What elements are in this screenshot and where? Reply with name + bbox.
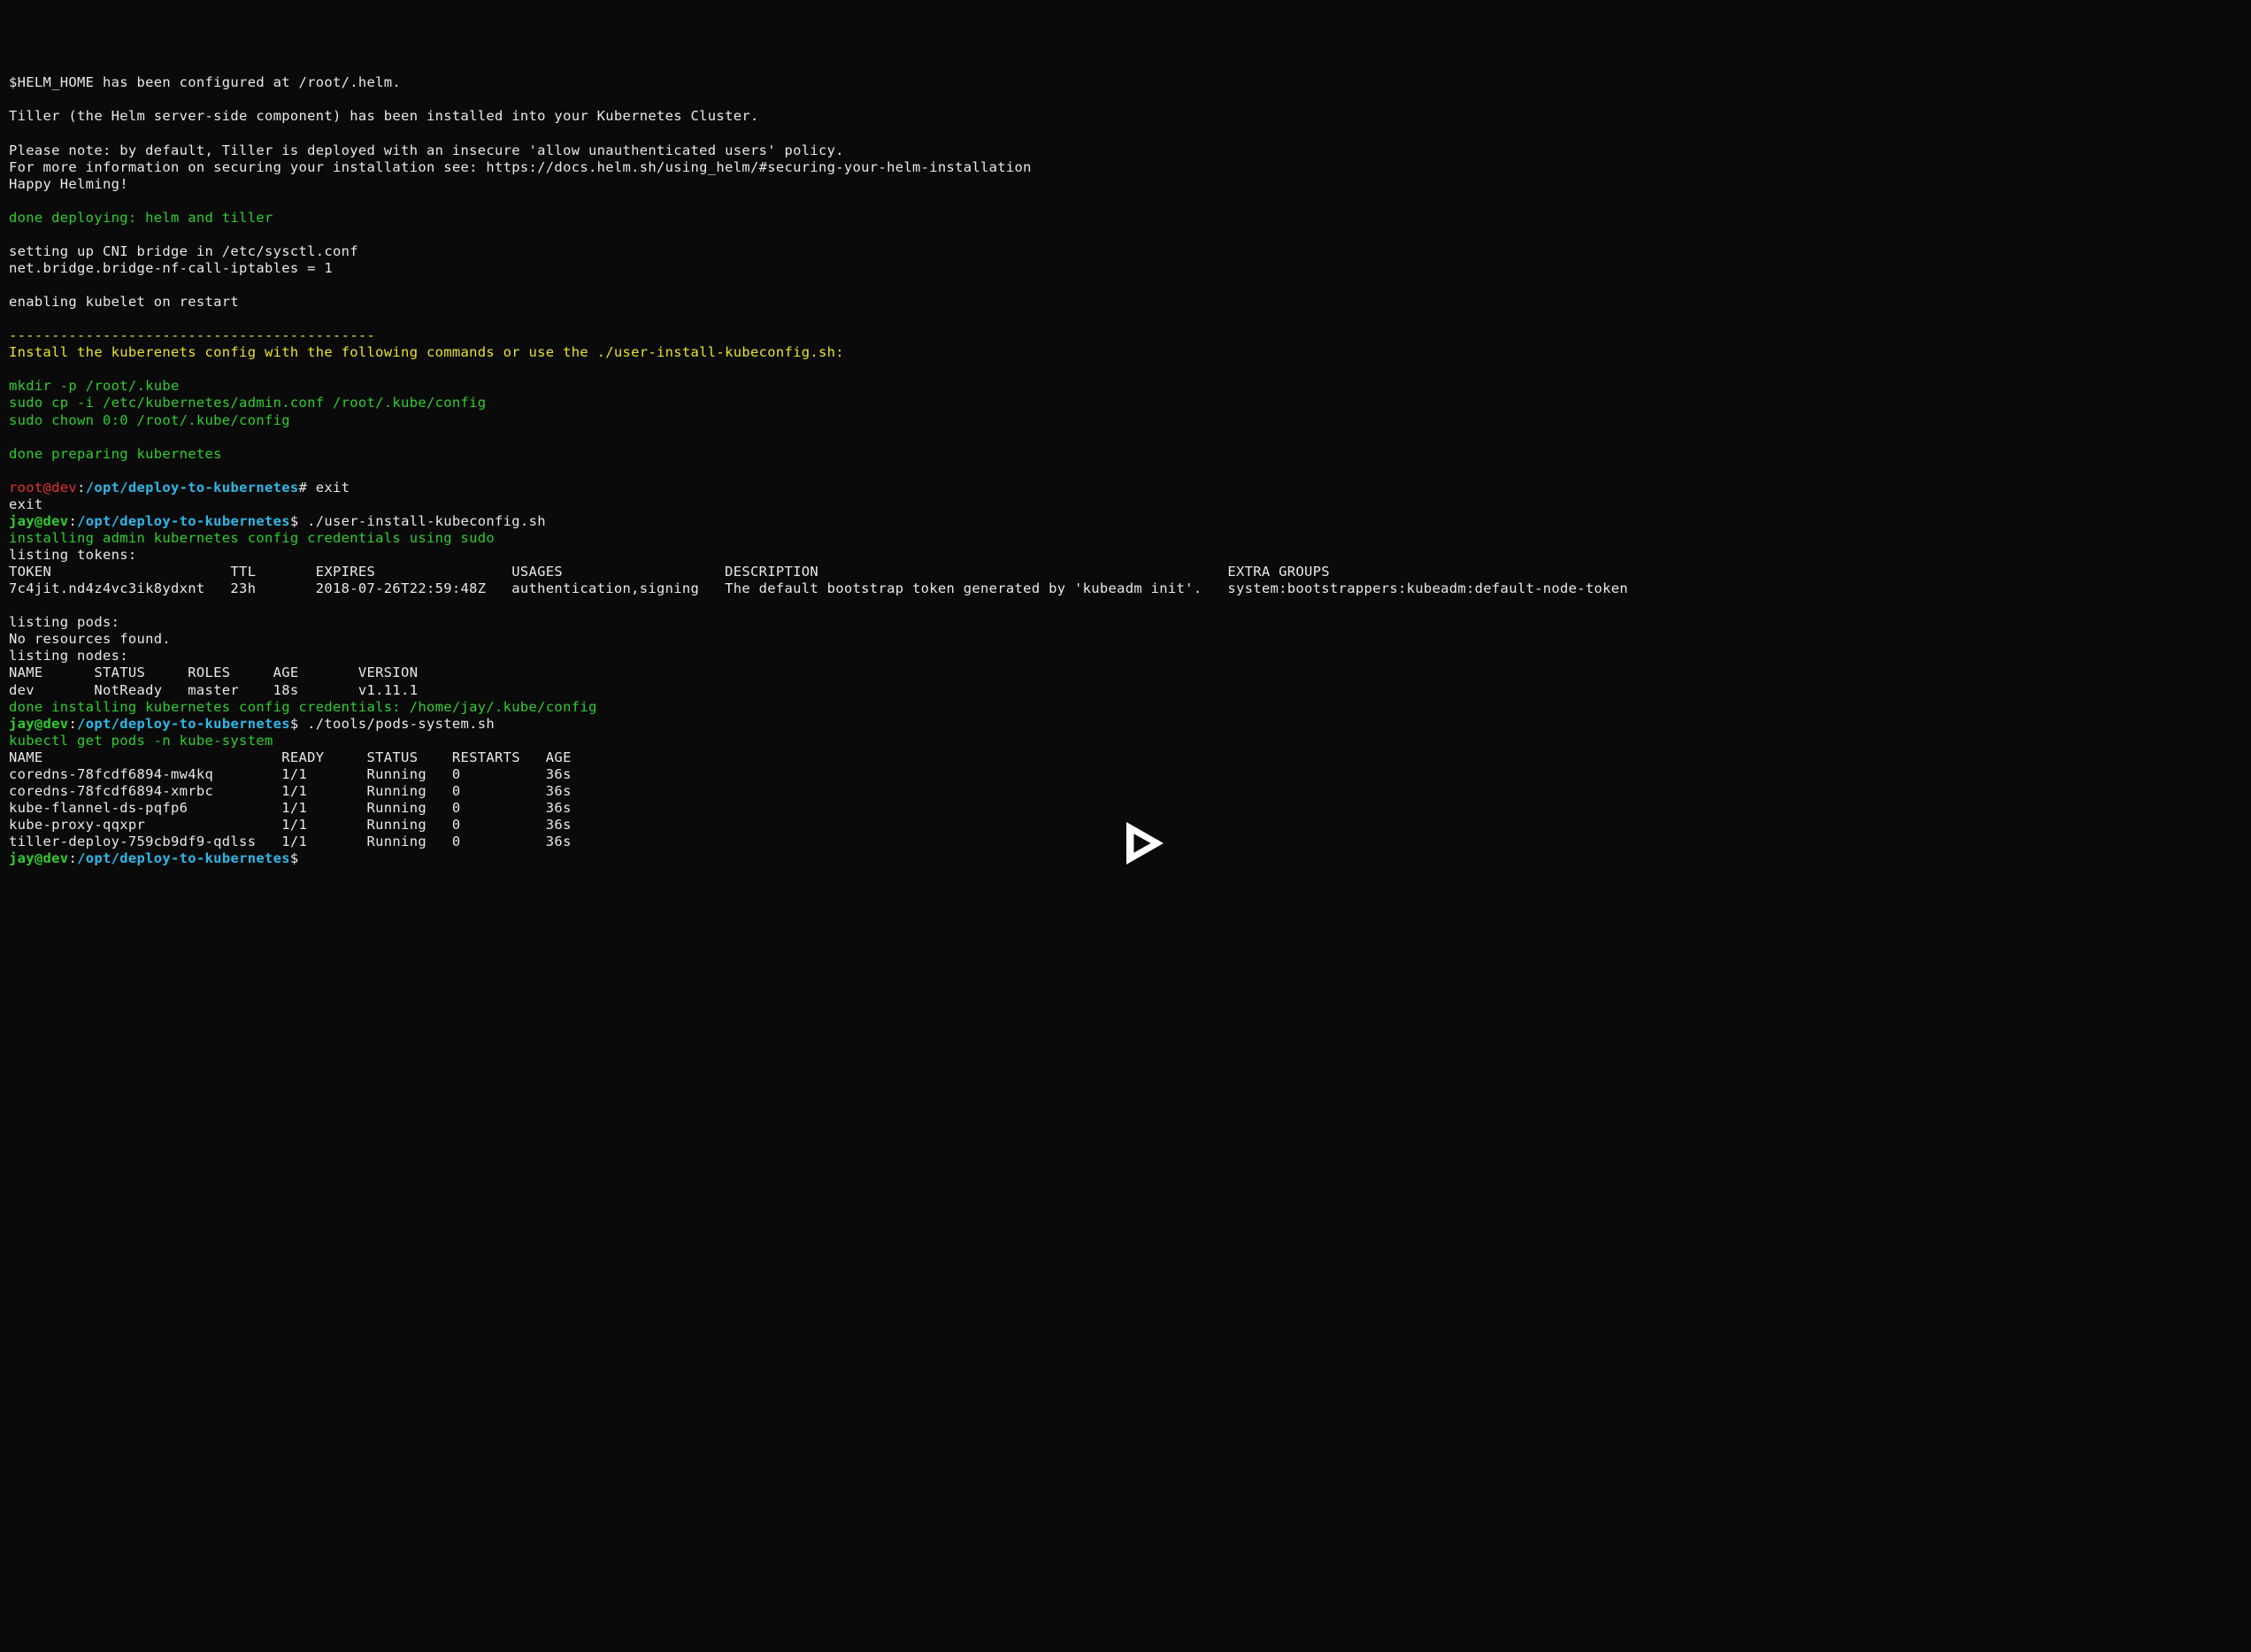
terminal-segment: $HELM_HOME has been configured at /root/… [9,74,401,90]
terminal-segment: root@dev [9,480,77,496]
terminal-segment: Happy Helming! [9,176,128,192]
terminal-segment: jay@dev [9,513,68,529]
terminal-line: jay@dev:/opt/deploy-to-kubernetes$ ./use… [9,513,2242,530]
terminal-segment: listing tokens: [9,547,136,563]
terminal-segment: jay@dev [9,716,68,732]
terminal-segment: /opt/deploy-to-kubernetes [86,480,299,496]
terminal-line [9,463,2242,480]
terminal-segment: kube-flannel-ds-pqfp6 1/1 Running 0 36s [9,800,572,816]
play-icon [1116,817,1169,870]
terminal-line: net.bridge.bridge-nf-call-iptables = 1 [9,260,2242,277]
play-button[interactable] [1099,800,1152,853]
terminal-line: Happy Helming! [9,176,2242,193]
terminal-segment: coredns-78fcdf6894-mw4kq 1/1 Running 0 3… [9,766,572,782]
terminal-line: dev NotReady master 18s v1.11.1 [9,682,2242,699]
terminal-segment: 7c4jit.nd4z4vc3ik8ydxnt 23h 2018-07-26T2… [9,580,1628,596]
terminal-segment: net.bridge.bridge-nf-call-iptables = 1 [9,260,333,276]
terminal-line [9,311,2242,327]
terminal-line: done deploying: helm and tiller [9,210,2242,227]
terminal-line: root@dev:/opt/deploy-to-kubernetes# exit [9,480,2242,496]
terminal-segment: NAME STATUS ROLES AGE VERSION [9,665,418,680]
terminal-line: sudo cp -i /etc/kubernetes/admin.conf /r… [9,395,2242,411]
terminal-line: listing pods: [9,614,2242,631]
terminal-segment: : [68,513,77,529]
terminal-line: Install the kuberenets config with the f… [9,344,2242,361]
terminal-line [9,125,2242,142]
terminal-segment: : [68,850,77,866]
terminal-segment: # exit [299,480,350,496]
terminal-line: No resources found. [9,631,2242,648]
terminal-segment: /opt/deploy-to-kubernetes [77,716,290,732]
terminal-line: TOKEN TTL EXPIRES USAGES DESCRIPTION EXT… [9,564,2242,580]
terminal-segment: listing nodes: [9,648,128,664]
terminal-line: For more information on securing your in… [9,159,2242,176]
terminal-line: coredns-78fcdf6894-mw4kq 1/1 Running 0 3… [9,766,2242,783]
terminal-line [9,277,2242,294]
terminal-segment: $ ./tools/pods-system.sh [290,716,495,732]
terminal-line: Please note: by default, Tiller is deplo… [9,142,2242,159]
terminal-segment: For more information on securing your in… [9,159,1032,175]
terminal-segment: exit [9,496,43,512]
terminal-line [9,597,2242,614]
terminal-segment: listing pods: [9,614,119,630]
terminal-output: $HELM_HOME has been configured at /root/… [9,74,2242,867]
terminal-segment: No resources found. [9,631,171,647]
terminal-segment: coredns-78fcdf6894-xmrbc 1/1 Running 0 3… [9,783,572,799]
terminal-segment: : [68,716,77,732]
terminal-segment: /opt/deploy-to-kubernetes [77,850,290,866]
terminal-line: sudo chown 0:0 /root/.kube/config [9,412,2242,429]
terminal-segment: dev NotReady master 18s v1.11.1 [9,682,418,698]
terminal-segment: sudo cp -i /etc/kubernetes/admin.conf /r… [9,395,486,411]
terminal-line: jay@dev:/opt/deploy-to-kubernetes$ ./too… [9,716,2242,733]
terminal-line [9,361,2242,378]
terminal-line: done preparing kubernetes [9,446,2242,463]
terminal-line [9,91,2242,108]
terminal-segment: /opt/deploy-to-kubernetes [77,513,290,529]
terminal-segment: done preparing kubernetes [9,446,222,462]
terminal-line [9,227,2242,243]
terminal-segment: mkdir -p /root/.kube [9,378,180,394]
terminal-segment: sudo chown 0:0 /root/.kube/config [9,412,290,428]
terminal-segment: kubectl get pods -n kube-system [9,733,273,749]
terminal-line: listing nodes: [9,648,2242,665]
terminal-line: Tiller (the Helm server-side component) … [9,108,2242,125]
terminal-segment: tiller-deploy-759cb9df9-qdlss 1/1 Runnin… [9,834,572,849]
terminal-line: enabling kubelet on restart [9,294,2242,311]
terminal-segment: kube-proxy-qqxpr 1/1 Running 0 36s [9,817,572,833]
terminal-segment: $ [290,850,307,866]
terminal-segment: : [77,480,86,496]
terminal-segment: Please note: by default, Tiller is deplo… [9,142,844,158]
terminal-line [9,429,2242,446]
terminal-line: mkdir -p /root/.kube [9,378,2242,395]
terminal-line: 7c4jit.nd4z4vc3ik8ydxnt 23h 2018-07-26T2… [9,580,2242,597]
terminal-line: NAME STATUS ROLES AGE VERSION [9,665,2242,681]
terminal-line [9,193,2242,210]
terminal-line: ----------------------------------------… [9,327,2242,344]
terminal-line: setting up CNI bridge in /etc/sysctl.con… [9,243,2242,260]
terminal-segment: Tiller (the Helm server-side component) … [9,108,759,124]
terminal-segment: done deploying: helm and tiller [9,210,273,226]
terminal-segment: TOKEN TTL EXPIRES USAGES DESCRIPTION EXT… [9,564,1330,580]
terminal-line: kubectl get pods -n kube-system [9,733,2242,749]
terminal-line: done installing kubernetes config creden… [9,699,2242,716]
terminal-segment: enabling kubelet on restart [9,294,239,310]
terminal-line: installing admin kubernetes config crede… [9,530,2242,547]
terminal-line: listing tokens: [9,547,2242,564]
terminal-segment: ----------------------------------------… [9,327,375,343]
terminal-line: coredns-78fcdf6894-xmrbc 1/1 Running 0 3… [9,783,2242,800]
terminal-line: NAME READY STATUS RESTARTS AGE [9,749,2242,766]
terminal-segment: setting up CNI bridge in /etc/sysctl.con… [9,243,358,259]
terminal-segment: $ ./user-install-kubeconfig.sh [290,513,546,529]
terminal-segment: done installing kubernetes config creden… [9,699,597,715]
terminal-segment: Install the kuberenets config with the f… [9,344,844,360]
terminal-line: $HELM_HOME has been configured at /root/… [9,74,2242,91]
terminal-segment: jay@dev [9,850,68,866]
terminal-line: exit [9,496,2242,513]
terminal-segment: NAME READY STATUS RESTARTS AGE [9,749,572,765]
terminal-segment: installing admin kubernetes config crede… [9,530,495,546]
